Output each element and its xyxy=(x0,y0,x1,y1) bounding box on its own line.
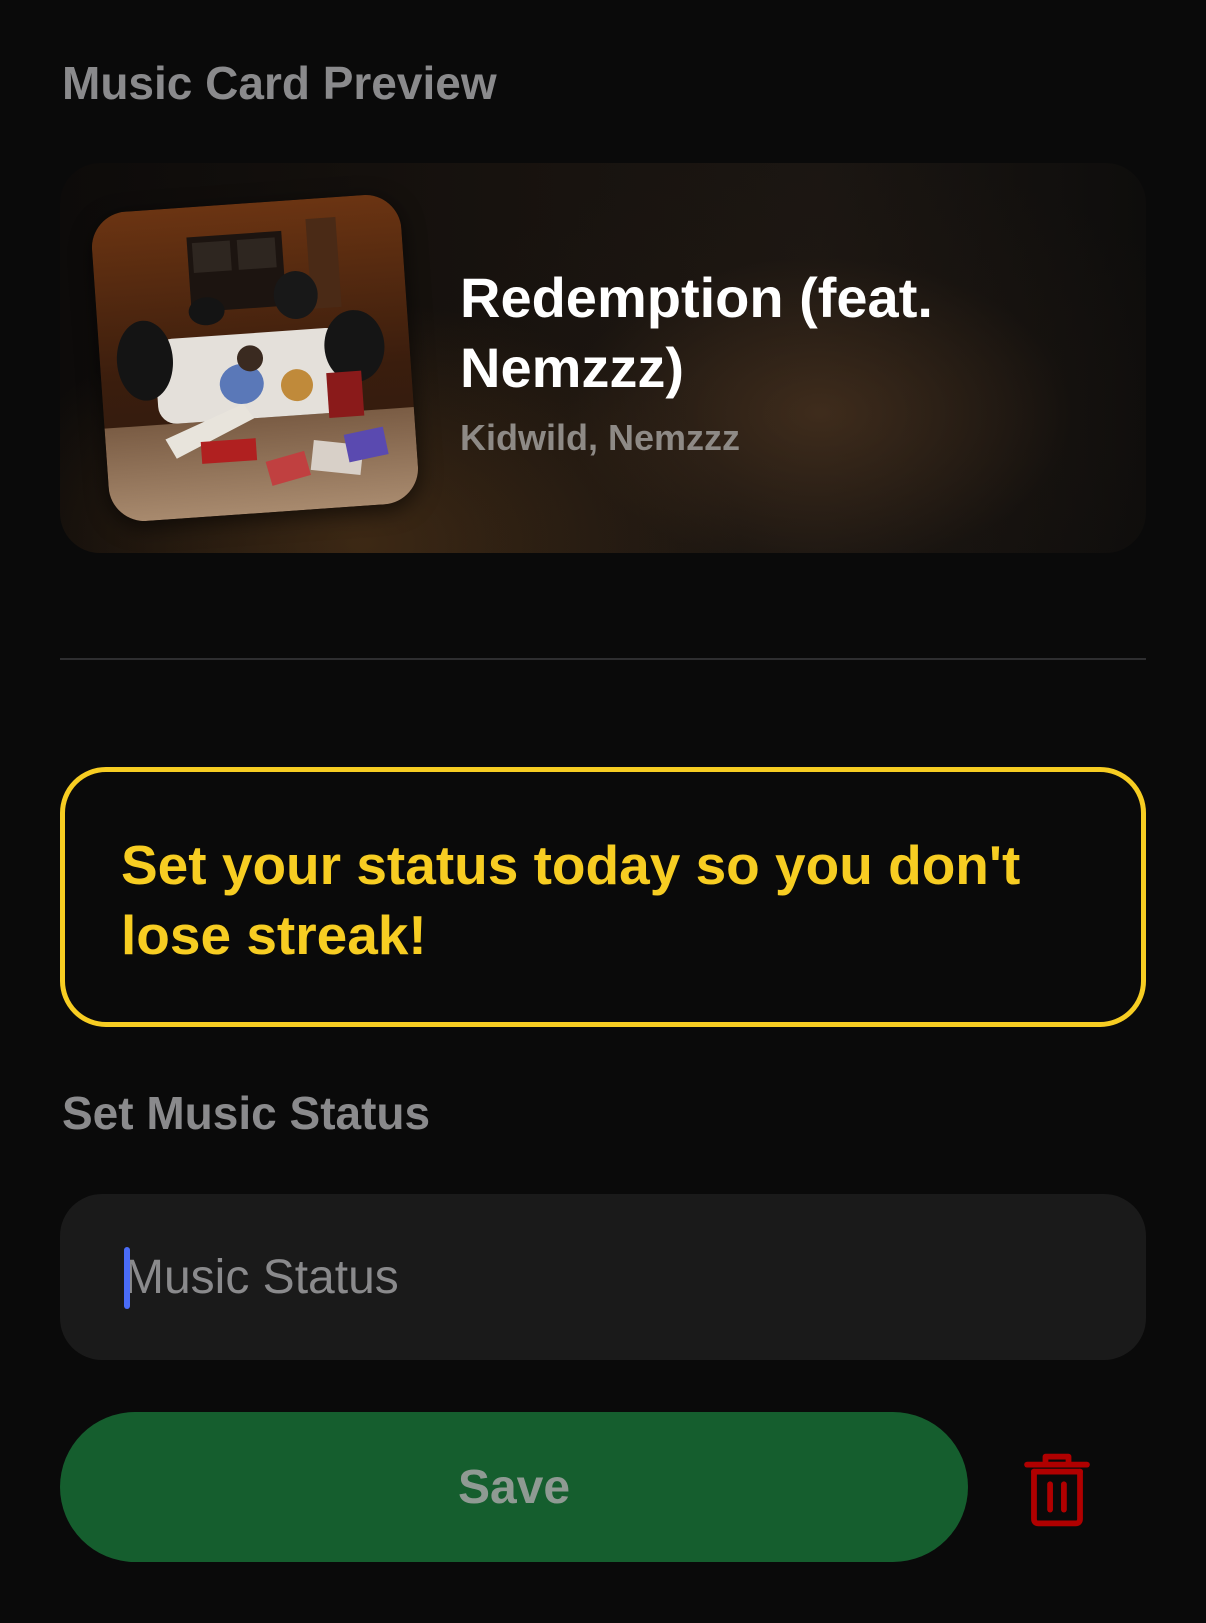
delete-button[interactable] xyxy=(1022,1452,1092,1528)
text-caret xyxy=(124,1247,130,1309)
set-music-status-title: Set Music Status xyxy=(62,1087,431,1139)
streak-warning-text: Set your status today so you don't lose … xyxy=(121,834,1021,966)
music-status-field[interactable] xyxy=(60,1194,1146,1360)
music-card-preview: Redemption (feat. Nemzzz) Kidwild, Nemzz… xyxy=(60,163,1146,553)
trash-icon xyxy=(1022,1452,1092,1528)
save-button[interactable]: Save xyxy=(60,1412,968,1562)
music-status-input[interactable] xyxy=(124,1194,1104,1360)
album-art-image xyxy=(89,192,421,524)
section-divider xyxy=(60,658,1146,660)
streak-warning-banner: Set your status today so you don't lose … xyxy=(60,767,1146,1027)
music-card-preview-title: Music Card Preview xyxy=(62,57,497,109)
track-title: Redemption (feat. Nemzzz) xyxy=(460,266,933,399)
track-artists: Kidwild, Nemzzz xyxy=(460,417,741,458)
